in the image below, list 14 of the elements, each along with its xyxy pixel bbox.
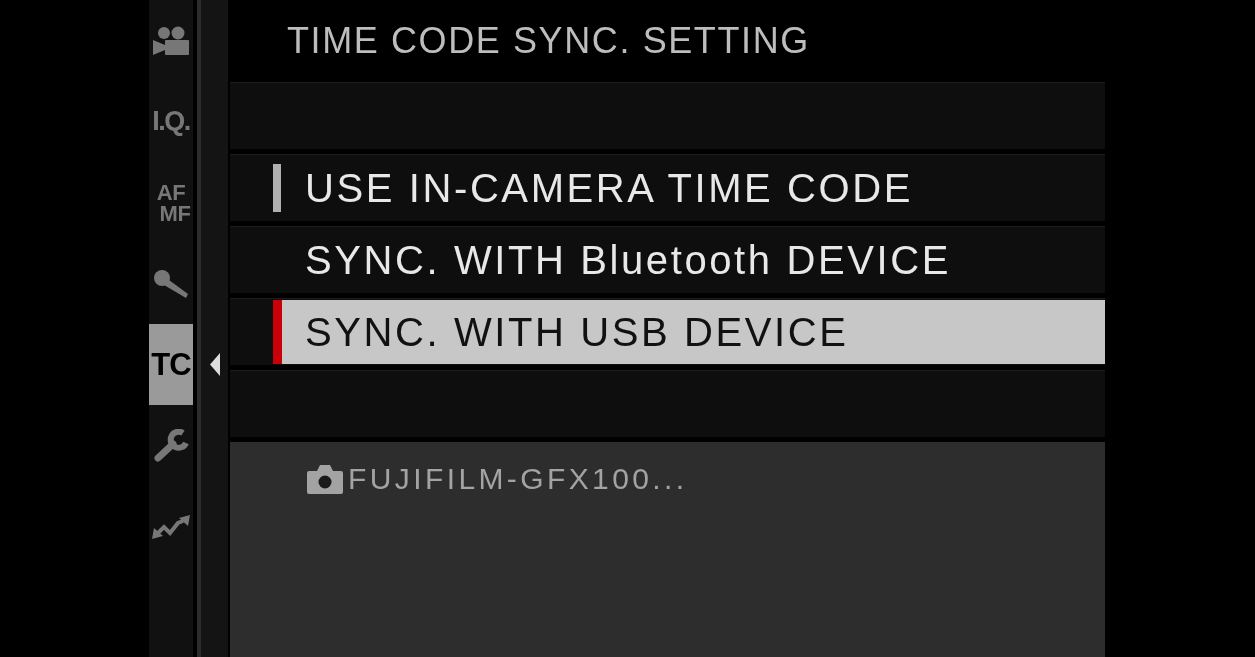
device-name: FUJIFILM-GFX100... [348,462,688,496]
sidebar-tab[interactable]: I.Q. [149,81,193,162]
menu-option[interactable]: SYNC. WITH USB DEVICE [273,300,1105,364]
wrench-icon [153,428,189,463]
screen-title: TIME CODE SYNC. SETTING [286,19,811,63]
camera-icon [306,464,344,494]
sidebar-tab[interactable]: AF MF [149,162,193,243]
zigzag-arrows-icon [151,513,191,540]
microphone-icon [152,268,190,299]
movie-camera-icon [152,25,190,56]
left-triangle-icon [209,353,220,376]
sidebar-tab[interactable]: TC [149,324,193,405]
menu-option[interactable]: SYNC. WITH Bluetooth DEVICE [273,228,1105,292]
menu-option[interactable]: USE IN-CAMERA TIME CODE [273,156,1105,220]
